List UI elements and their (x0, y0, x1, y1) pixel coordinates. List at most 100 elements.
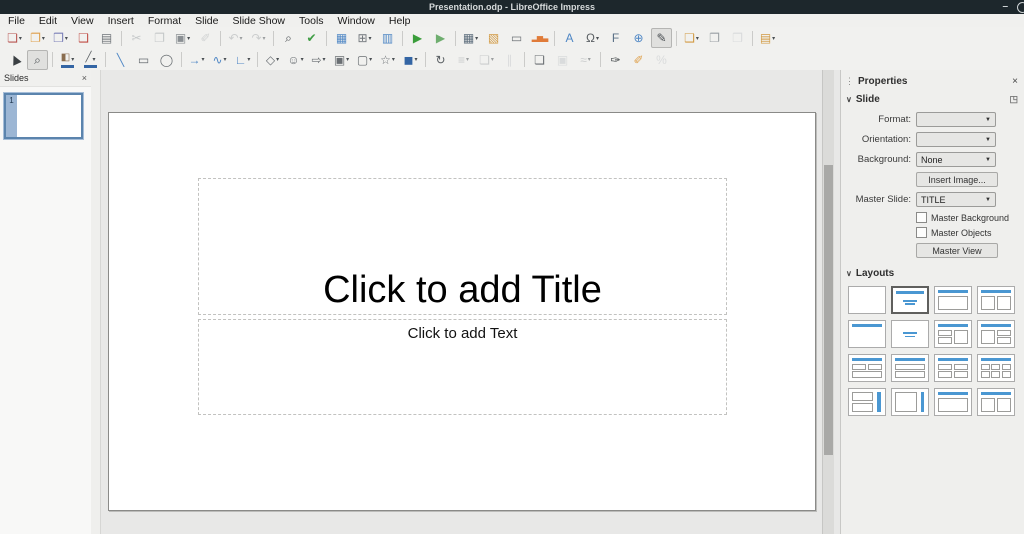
find-and-replace-button[interactable]: ⌕ (278, 28, 299, 48)
dropdown-arrow-icon[interactable]: ▾ (42, 35, 45, 42)
duplicate-slide-button[interactable]: ❐ (704, 28, 725, 48)
layout-title-and-2-content[interactable] (977, 286, 1015, 314)
start-from-current-slide-button[interactable]: ▶ (430, 28, 451, 48)
slide-thumbnail-1[interactable]: 1 (4, 93, 83, 139)
layout-title-vertical-text[interactable] (934, 388, 972, 416)
dropdown-arrow-icon[interactable]: ▾ (224, 56, 227, 63)
layout-vertical-title-text-chart[interactable] (848, 388, 886, 416)
insert-text-box-button[interactable]: A (559, 28, 580, 48)
shadow-button[interactable]: ❏ (529, 50, 550, 70)
menu-tools[interactable]: Tools (292, 14, 331, 27)
flowchart-shapes-button[interactable]: ▣▾ (331, 50, 352, 70)
master-view-button[interactable]: Master View (916, 243, 998, 258)
3d-objects-button[interactable]: ◼▾ (400, 50, 421, 70)
ellipse-button[interactable]: ◯ (156, 50, 177, 70)
block-arrows-button[interactable]: ⇨▾ (308, 50, 329, 70)
dropdown-arrow-icon[interactable]: ▾ (93, 56, 96, 63)
export-pdf-button[interactable]: ❑ (73, 28, 94, 48)
layout-centered-text[interactable] (891, 320, 929, 348)
layout-title-content-over-content[interactable] (891, 354, 929, 382)
background-dropdown[interactable]: None▼ (916, 152, 996, 167)
canvas-vertical-scrollbar[interactable] (822, 70, 834, 534)
show-draw-functions-button[interactable]: ✎ (651, 28, 672, 48)
dropdown-arrow-icon[interactable]: ▾ (240, 35, 243, 42)
layout-title-only[interactable] (848, 320, 886, 348)
dropdown-arrow-icon[interactable]: ▾ (201, 56, 204, 63)
layout-title-content[interactable] (934, 286, 972, 314)
dropdown-arrow-icon[interactable]: ▾ (369, 35, 372, 42)
master-slide-dropdown[interactable]: TITLE▼ (916, 192, 996, 207)
new-slide-button[interactable]: ❑▾ (681, 28, 702, 48)
insert-special-character-button[interactable]: Ω▾ (582, 28, 603, 48)
open-file-button[interactable]: ❐▾ (27, 28, 48, 48)
snap-guides-button[interactable]: ⊞▾ (354, 28, 375, 48)
dropdown-arrow-icon[interactable]: ▾ (475, 35, 478, 42)
dropdown-arrow-icon[interactable]: ▾ (772, 35, 775, 42)
zoom-pan-button[interactable]: ⌕ (27, 50, 48, 70)
dropdown-arrow-icon[interactable]: ▾ (346, 56, 349, 63)
layout-title-6-content[interactable] (977, 354, 1015, 382)
edit-points-button[interactable]: ✑ (605, 50, 626, 70)
slides-panel-close-icon[interactable]: × (82, 73, 87, 83)
maximize-icon[interactable] (1017, 2, 1024, 13)
dropdown-arrow-icon[interactable]: ▾ (187, 35, 190, 42)
dropdown-arrow-icon[interactable]: ▾ (71, 56, 74, 63)
more-options-icon[interactable]: ◳ (1009, 94, 1018, 105)
paste-button[interactable]: ▣▾ (172, 28, 193, 48)
master-objects-checkbox[interactable] (916, 227, 927, 238)
insert-image-button[interactable]: ▧ (483, 28, 504, 48)
slide-section-header[interactable]: ∨ Slide ◳ (841, 89, 1024, 107)
layout-title-content-and-2content[interactable] (977, 320, 1015, 348)
glue-points-button[interactable]: ✐ (628, 50, 649, 70)
dropdown-arrow-icon[interactable]: ▾ (369, 56, 372, 63)
menu-format[interactable]: Format (141, 14, 188, 27)
slide-page[interactable]: Click to add Title Click to add Text (108, 112, 816, 511)
symbol-shapes-button[interactable]: ☺▾ (285, 50, 306, 70)
layout-title-2content-and-content[interactable] (934, 320, 972, 348)
menu-slide-show[interactable]: Slide Show (225, 14, 292, 27)
menu-help[interactable]: Help (382, 14, 418, 27)
insert-media-button[interactable]: ▭ (506, 28, 527, 48)
orientation-dropdown[interactable]: ▼ (916, 132, 996, 147)
fill-color-button[interactable]: ◧▾ (57, 50, 78, 70)
insert-table-button[interactable]: ▦▾ (460, 28, 481, 48)
line-color-button[interactable]: ╱▾ (80, 50, 101, 70)
scrollbar-thumb[interactable] (824, 165, 833, 455)
layout-title-4-content[interactable] (934, 354, 972, 382)
menu-insert[interactable]: Insert (101, 14, 141, 27)
insert-image-button[interactable]: Insert Image... (916, 172, 998, 187)
dropdown-arrow-icon[interactable]: ▾ (588, 56, 591, 63)
dropdown-arrow-icon[interactable]: ▾ (301, 56, 304, 63)
slide-properties-button[interactable]: ▤▾ (757, 28, 778, 48)
format-dropdown[interactable]: ▼ (916, 112, 996, 127)
master-background-checkbox[interactable] (916, 212, 927, 223)
menu-window[interactable]: Window (331, 14, 382, 27)
menu-edit[interactable]: Edit (32, 14, 64, 27)
dropdown-arrow-icon[interactable]: ▾ (696, 35, 699, 42)
display-grid-button[interactable]: ▦ (331, 28, 352, 48)
stars-and-banners-button[interactable]: ☆▾ (377, 50, 398, 70)
dropdown-arrow-icon[interactable]: ▾ (263, 35, 266, 42)
minimize-icon[interactable]: – (1002, 2, 1008, 12)
layout-title-2content-over-content[interactable] (848, 354, 886, 382)
layout-title-slide[interactable] (891, 286, 929, 314)
print-button[interactable]: ▤ (96, 28, 117, 48)
title-placeholder[interactable]: Click to add Title (198, 178, 727, 315)
rectangle-button[interactable]: ▭ (133, 50, 154, 70)
insert-chart-button[interactable]: ▂▅▃ (529, 28, 550, 48)
dropdown-arrow-icon[interactable]: ▾ (414, 56, 417, 63)
lines-and-arrows-button[interactable]: →▾ (186, 50, 207, 70)
curves-and-polygons-button[interactable]: ∿▾ (209, 50, 230, 70)
layout-title-2-vertical-text-clipart[interactable] (977, 388, 1015, 416)
dropdown-arrow-icon[interactable]: ▾ (596, 35, 599, 42)
dropdown-arrow-icon[interactable]: ▾ (19, 35, 22, 42)
callout-shapes-button[interactable]: ▢▾ (354, 50, 375, 70)
menu-file[interactable]: File (1, 14, 32, 27)
insert-line-button[interactable]: ╲ (110, 50, 131, 70)
dropdown-arrow-icon[interactable]: ▾ (466, 56, 469, 63)
dropdown-arrow-icon[interactable]: ▾ (392, 56, 395, 63)
menu-slide[interactable]: Slide (188, 14, 225, 27)
dropdown-arrow-icon[interactable]: ▾ (247, 56, 250, 63)
properties-close-icon[interactable]: × (1012, 76, 1018, 87)
menu-view[interactable]: View (64, 14, 101, 27)
